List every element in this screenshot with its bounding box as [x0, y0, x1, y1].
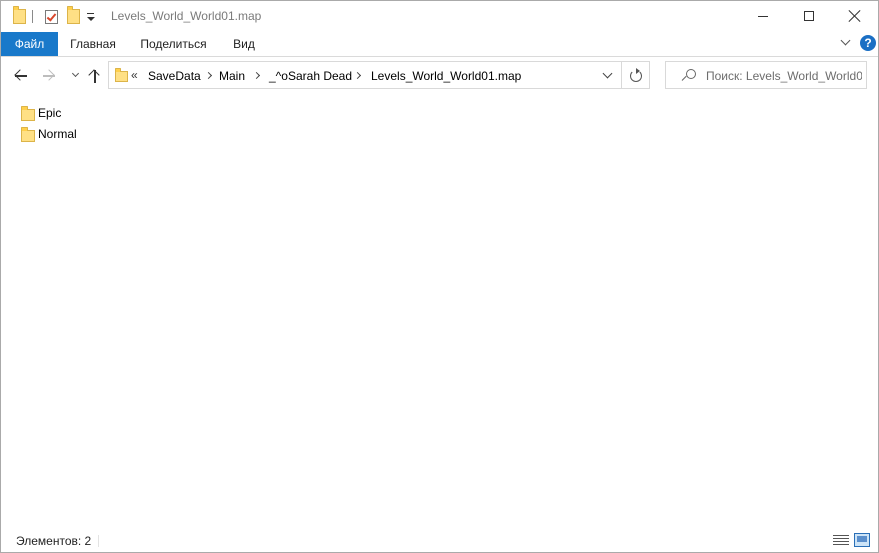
search-icon [682, 69, 696, 83]
help-icon[interactable]: ? [860, 35, 876, 51]
folder-icon [115, 68, 128, 82]
expand-ribbon-chevron-icon[interactable] [840, 37, 852, 49]
breadcrumb-item[interactable]: Main [219, 69, 245, 83]
folder-icon [21, 105, 35, 121]
item-count: Элементов: 2 [16, 534, 92, 548]
forward-arrow-icon[interactable] [39, 66, 59, 86]
back-arrow-icon[interactable] [11, 66, 31, 86]
new-folder-icon[interactable] [63, 1, 83, 32]
quick-access-separator [32, 10, 33, 23]
status-bar: Элементов: 2 [1, 530, 878, 552]
folder-icon [21, 126, 35, 142]
address-bar[interactable]: « SaveData Main _^oSarah Dead Levels_Wor… [108, 61, 622, 89]
breadcrumb-separator-icon[interactable] [353, 71, 362, 80]
navigation-bar: « SaveData Main _^oSarah Dead Levels_Wor… [1, 57, 878, 95]
search-box[interactable]: Поиск: Levels_World_World01.map [665, 61, 867, 89]
title-bar: Levels_World_World01.map [1, 1, 878, 32]
close-icon [848, 9, 862, 23]
list-item[interactable]: Epic [19, 103, 61, 123]
tab-file[interactable]: Файл [1, 32, 58, 56]
tab-view[interactable]: Вид [219, 32, 269, 56]
search-input[interactable]: Поиск: Levels_World_World01.map [706, 69, 862, 83]
maximize-button[interactable] [786, 1, 832, 32]
list-item[interactable]: Normal [19, 124, 77, 144]
properties-icon[interactable] [41, 1, 61, 32]
up-arrow-icon[interactable] [85, 66, 105, 86]
breadcrumb-item[interactable]: Levels_World_World01.map [371, 69, 521, 83]
breadcrumb-overflow[interactable]: « [131, 68, 138, 82]
details-view-icon[interactable] [833, 534, 849, 547]
file-list: Epic Normal [1, 95, 878, 528]
tab-home[interactable]: Главная [58, 32, 128, 56]
customize-quick-access-icon[interactable] [85, 10, 97, 24]
item-name: Normal [38, 127, 77, 141]
ribbon-tabs: Файл Главная Поделиться Вид ? [1, 32, 878, 57]
breadcrumb-item[interactable]: SaveData [148, 69, 201, 83]
folder-icon[interactable] [9, 1, 29, 32]
status-separator [98, 535, 99, 547]
window-title: Levels_World_World01.map [111, 9, 262, 23]
refresh-button[interactable] [622, 61, 650, 89]
recent-locations-chevron-icon[interactable] [67, 66, 81, 86]
breadcrumb-separator-icon[interactable] [204, 71, 213, 80]
large-icons-view-icon[interactable] [854, 533, 870, 547]
tab-share[interactable]: Поделиться [128, 32, 219, 56]
address-dropdown-chevron-icon[interactable] [602, 70, 614, 82]
refresh-icon [630, 68, 642, 82]
breadcrumb-item[interactable]: _^oSarah Dead [269, 69, 352, 83]
minimize-button[interactable] [740, 1, 786, 32]
minimize-icon [758, 16, 768, 17]
close-button[interactable] [832, 1, 878, 32]
breadcrumb-separator-icon[interactable] [252, 71, 261, 80]
explorer-window: Levels_World_World01.map Файл Главная По… [0, 0, 879, 553]
item-name: Epic [38, 106, 62, 120]
maximize-icon [804, 11, 814, 21]
